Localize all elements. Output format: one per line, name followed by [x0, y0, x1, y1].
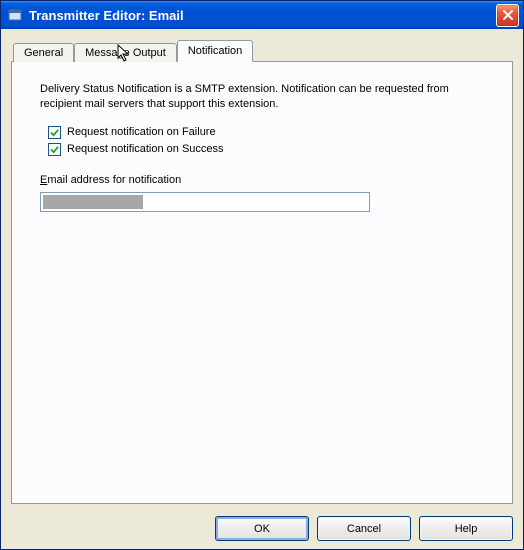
checkbox-failure-row: Request notification on Failure — [48, 126, 484, 139]
checkbox-failure-label: Request notification on Failure — [67, 126, 216, 138]
checkbox-failure[interactable] — [48, 126, 61, 139]
checkbox-success[interactable] — [48, 143, 61, 156]
tab-notification[interactable]: Notification — [177, 40, 253, 62]
check-icon — [50, 128, 59, 137]
close-icon — [503, 10, 513, 20]
checkbox-success-label: Request notification on Success — [67, 143, 224, 155]
tab-panel-notification: Delivery Status Notification is a SMTP e… — [11, 61, 513, 504]
tab-label: Message Output — [85, 47, 166, 59]
tab-label: Notification — [188, 45, 242, 57]
tab-general[interactable]: General — [13, 43, 74, 62]
close-button[interactable] — [496, 4, 519, 27]
email-address-label: Email address for notification — [40, 174, 484, 186]
tab-label: General — [24, 47, 63, 59]
email-address-input[interactable] — [40, 192, 370, 212]
window-title: Transmitter Editor: Email — [29, 8, 496, 23]
cancel-button[interactable]: Cancel — [317, 516, 411, 541]
help-button[interactable]: Help — [419, 516, 513, 541]
button-label: Cancel — [347, 523, 381, 535]
ok-button[interactable]: OK — [215, 516, 309, 541]
button-label: OK — [254, 523, 270, 535]
app-icon — [7, 7, 23, 23]
description-text: Delivery Status Notification is a SMTP e… — [40, 82, 484, 112]
tab-strip: General Message Output Notification — [13, 39, 513, 61]
button-label: Help — [455, 523, 478, 535]
client-area: General Message Output Notification Deli… — [1, 29, 523, 549]
tab-message-output[interactable]: Message Output — [74, 43, 177, 62]
checkbox-success-row: Request notification on Success — [48, 143, 484, 156]
input-selection — [43, 195, 143, 209]
check-icon — [50, 145, 59, 154]
dialog-button-row: OK Cancel Help — [11, 504, 513, 541]
titlebar: Transmitter Editor: Email — [1, 1, 523, 29]
dialog-window: Transmitter Editor: Email General Messag… — [0, 0, 524, 550]
